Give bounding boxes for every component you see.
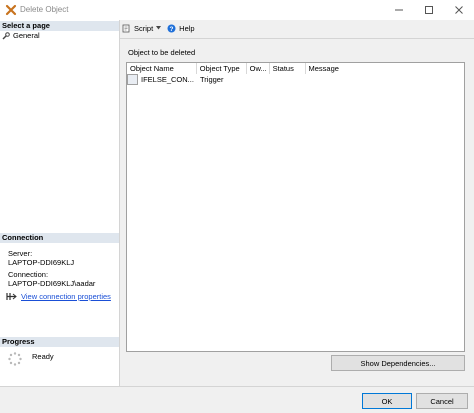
toolbar: Script ? Help [122, 21, 195, 35]
server-value: LAPTOP-DDI69KLJ [8, 258, 75, 267]
svg-text:?: ? [170, 26, 174, 33]
ok-button[interactable]: OK [362, 393, 412, 409]
show-dependencies-button[interactable]: Show Dependencies... [331, 355, 465, 371]
progress-spinner-icon [8, 352, 22, 366]
close-button[interactable] [444, 0, 474, 20]
progress-status-row: Ready [8, 352, 54, 366]
script-label: Script [134, 23, 154, 33]
cell-object-type: Trigger [200, 75, 224, 84]
table-row[interactable]: IFELSE_CON... Trigger [127, 74, 464, 85]
connection-icon [6, 293, 17, 300]
chevron-down-icon [156, 26, 162, 30]
progress-header: Progress [0, 337, 119, 347]
view-connection-properties[interactable]: View connection properties [6, 292, 111, 301]
delete-x-icon [5, 4, 17, 16]
grid-header: Object Name Object Type Ow... Status Mes… [127, 63, 464, 74]
cancel-button[interactable]: Cancel [416, 393, 468, 409]
column-header-owner[interactable]: Ow... [247, 63, 270, 74]
row-selector[interactable] [127, 74, 138, 85]
connection-label: Connection: [8, 270, 49, 279]
maximize-button[interactable] [414, 0, 444, 20]
help-icon: ? [167, 24, 176, 33]
minimize-icon [395, 9, 403, 11]
column-header-object-name[interactable]: Object Name [127, 63, 197, 74]
minimize-button[interactable] [384, 0, 414, 20]
column-header-object-type[interactable]: Object Type [197, 63, 247, 74]
maximize-icon [425, 6, 433, 14]
delete-object-dialog: Delete Object Select a page General Conn… [0, 0, 474, 413]
help-button[interactable]: ? Help [167, 23, 195, 33]
title-bar: Delete Object [0, 0, 474, 20]
toolbar-divider [120, 38, 474, 39]
server-label: Server: [8, 249, 33, 258]
left-pane: Select a page General Connection Server:… [0, 20, 120, 386]
objects-grid[interactable]: Object Name Object Type Ow... Status Mes… [126, 62, 465, 352]
script-icon [122, 24, 130, 32]
window-title: Delete Object [20, 5, 69, 14]
progress-status: Ready [32, 352, 54, 361]
help-label: Help [179, 23, 195, 33]
connection-value: LAPTOP-DDI69KLJ\aadar [8, 279, 96, 288]
page-item-general[interactable]: General [2, 31, 40, 40]
column-header-status[interactable]: Status [270, 63, 306, 74]
view-connection-link[interactable]: View connection properties [21, 292, 111, 301]
script-button[interactable]: Script [122, 23, 162, 33]
footer-divider [0, 386, 474, 387]
connection-header: Connection [0, 233, 119, 243]
page-item-label: General [13, 31, 40, 40]
object-to-delete-label: Object to be deleted [128, 48, 196, 57]
wrench-icon [2, 31, 10, 39]
select-page-header: Select a page [0, 21, 119, 31]
close-icon [455, 6, 463, 14]
column-header-message[interactable]: Message [306, 63, 465, 74]
